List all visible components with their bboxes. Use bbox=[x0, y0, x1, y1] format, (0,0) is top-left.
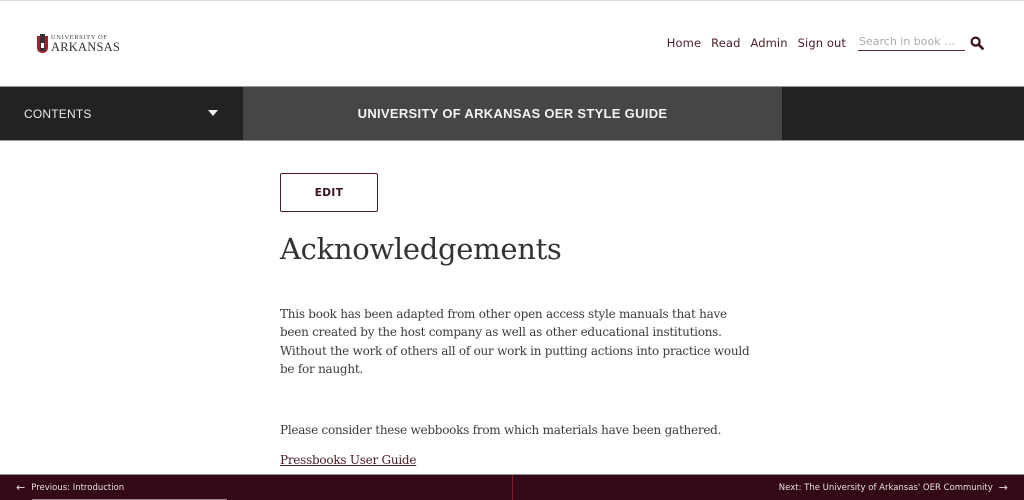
next-label: Next: The University of Arkansas' OER Co… bbox=[778, 482, 993, 493]
previous-chapter-link[interactable]: ← Previous: Introduction bbox=[10, 475, 124, 500]
nav-home[interactable]: Home bbox=[667, 36, 701, 50]
arrow-left-icon: ← bbox=[16, 481, 26, 494]
search-button[interactable] bbox=[970, 36, 984, 50]
nav-read[interactable]: Read bbox=[711, 36, 740, 50]
caret-down-icon bbox=[208, 110, 218, 116]
search-input[interactable] bbox=[858, 35, 965, 51]
top-nav: Home Read Admin Sign out bbox=[667, 35, 984, 51]
arrow-right-icon: → bbox=[998, 481, 1008, 494]
previous-label: Previous: Introduction bbox=[31, 482, 125, 493]
contents-toggle[interactable]: CONTENTS bbox=[0, 87, 243, 140]
search-icon bbox=[970, 36, 984, 50]
next-chapter-link[interactable]: Next: The University of Arkansas' OER Co… bbox=[779, 475, 1014, 500]
logo-line-2: ARKANSAS bbox=[51, 40, 120, 54]
site-header: UNIVERSITY OF ARKANSAS Home Read Admin S… bbox=[0, 1, 1024, 86]
university-shield-icon bbox=[37, 34, 48, 54]
nav-sign-out[interactable]: Sign out bbox=[798, 36, 846, 50]
logo-text: UNIVERSITY OF ARKANSAS bbox=[51, 34, 120, 54]
contents-label: CONTENTS bbox=[24, 106, 92, 121]
nav-admin[interactable]: Admin bbox=[750, 36, 787, 50]
book-title-banner: UNIVERSITY OF ARKANSAS OER STYLE GUIDE bbox=[243, 87, 782, 140]
book-nav-bar: CONTENTS UNIVERSITY OF ARKANSAS OER STYL… bbox=[0, 86, 1024, 141]
page-title: Acknowledgements bbox=[280, 232, 562, 266]
university-logo[interactable]: UNIVERSITY OF ARKANSAS bbox=[37, 34, 120, 54]
edit-button[interactable]: EDIT bbox=[280, 173, 378, 212]
footer-divider bbox=[512, 475, 513, 500]
book-title[interactable]: UNIVERSITY OF ARKANSAS OER STYLE GUIDE bbox=[358, 106, 668, 121]
chapter-nav-footer: ← Previous: Introduction Next: The Unive… bbox=[0, 474, 1024, 500]
search-form bbox=[858, 35, 984, 51]
paragraph: This book has been adapted from other op… bbox=[280, 307, 750, 376]
paragraph: Please consider these webbooks from whic… bbox=[280, 423, 722, 437]
pressbooks-user-guide-link[interactable]: Pressbooks User Guide bbox=[280, 451, 416, 469]
